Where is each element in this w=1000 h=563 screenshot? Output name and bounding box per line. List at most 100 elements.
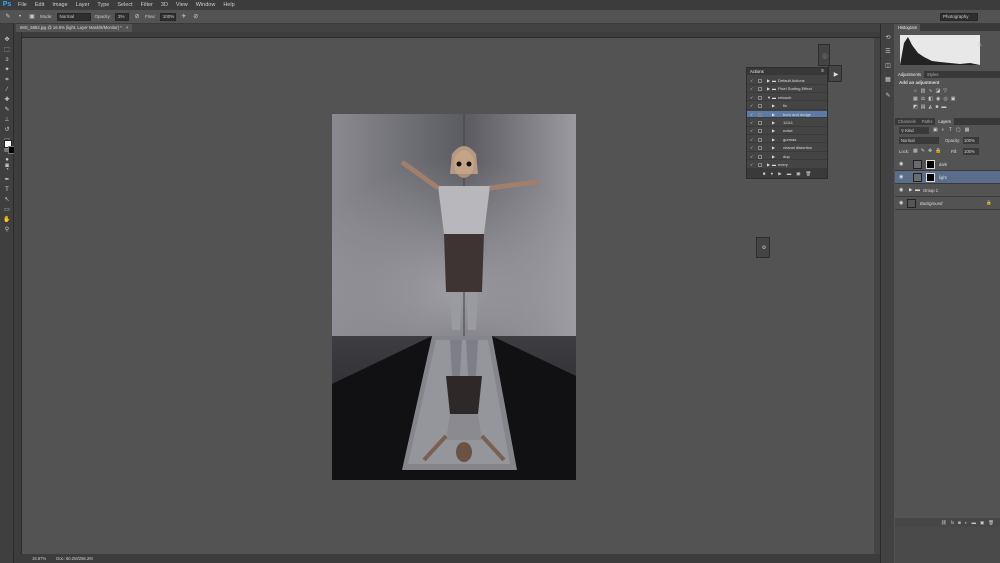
expand-arrow-icon[interactable]: ▶	[772, 127, 775, 134]
pen-tool-icon[interactable]: ✒	[1, 176, 13, 184]
move-tool-icon[interactable]: ✥	[1, 36, 13, 44]
document-image[interactable]	[332, 114, 576, 480]
mini-panel-tool[interactable]: ⚙	[756, 237, 770, 258]
visibility-eye-icon[interactable]: ◉	[899, 187, 903, 193]
play-selection-icon[interactable]: ▶	[778, 171, 781, 177]
posterize-icon[interactable]: ▤	[921, 104, 926, 110]
crop-tool-icon[interactable]: ⌗	[1, 76, 13, 84]
filter-smart-icon[interactable]: ▦	[965, 127, 970, 133]
zoom-tool-icon[interactable]: ⚲	[1, 226, 13, 234]
filter-adjustment-icon[interactable]: ◐	[942, 127, 945, 133]
quick-mask-icon[interactable]: ◙	[1, 162, 13, 170]
action-row[interactable]: ✓ ▶ gurmas	[747, 136, 827, 144]
pressure-size-icon[interactable]: ⊘	[192, 13, 200, 21]
brightness-contrast-icon[interactable]: ☼	[913, 88, 918, 94]
marquee-tool-icon[interactable]: ⬚	[1, 46, 13, 54]
new-adjustment-icon[interactable]: ◐	[965, 520, 968, 525]
action-toggle-check-icon[interactable]: ✓	[750, 111, 755, 118]
curves-icon[interactable]: ∿	[928, 88, 932, 94]
expand-arrow-icon[interactable]: ▶	[767, 77, 770, 84]
expand-arrow-icon[interactable]: ▶	[772, 111, 775, 118]
eyedropper-tool-icon[interactable]: ⁄	[1, 86, 13, 94]
filter-pixel-icon[interactable]: ▣	[933, 127, 938, 133]
opacity-input[interactable]: 3%	[115, 12, 130, 21]
action-toggle-check-icon[interactable]: ✓	[750, 153, 755, 160]
tab-channels[interactable]: Channels	[895, 118, 919, 125]
actions-panel-header[interactable]: Actions ≡	[747, 68, 827, 75]
clone-stamp-tool-icon[interactable]: ⊥	[1, 116, 13, 124]
cached-warning-icon[interactable]: ⚠	[977, 41, 982, 48]
add-mask-icon[interactable]: ◙	[958, 520, 961, 525]
action-toggle-check-icon[interactable]: ✓	[750, 136, 755, 143]
action-row[interactable]: ✓ ▶ ▬ Pixel Sorting Effect	[747, 85, 827, 93]
expand-arrow-icon[interactable]: ▶	[772, 153, 775, 160]
menu-3d[interactable]: 3D	[157, 2, 172, 8]
channel-mixer-icon[interactable]: ◎	[943, 96, 947, 102]
expand-arrow-icon[interactable]: ▶	[767, 85, 770, 92]
action-row[interactable]: ✓ ▶ ▬ Default Actions	[747, 77, 827, 85]
record-icon[interactable]: ●	[771, 171, 774, 176]
visibility-eye-icon[interactable]: ◉	[899, 200, 903, 206]
action-row[interactable]: ✓ ▶ burn and dodge	[747, 110, 827, 119]
collapse-arrow-icon[interactable]: ▼	[767, 94, 771, 101]
expand-arrow-icon[interactable]: ▶	[767, 161, 770, 168]
menu-select[interactable]: Select	[113, 2, 136, 8]
expand-arrow-icon[interactable]: ▶	[772, 144, 775, 151]
action-toggle-check-icon[interactable]: ✓	[750, 161, 755, 168]
swatches-icon[interactable]: ▦	[884, 76, 892, 84]
lasso-tool-icon[interactable]: ↄ	[1, 56, 13, 64]
tab-styles[interactable]: Styles	[924, 71, 941, 78]
layer-thumbnail[interactable]	[913, 160, 922, 169]
tab-paths[interactable]: Paths	[919, 118, 936, 125]
menu-file[interactable]: File	[14, 2, 31, 8]
mode-select[interactable]: Normal	[56, 12, 91, 21]
action-row[interactable]: ✓ ▶ dup	[747, 153, 827, 161]
lock-transparent-icon[interactable]: ▦	[913, 148, 918, 154]
layer-row[interactable]: ◉ light	[895, 171, 1000, 184]
action-toggle-check-icon[interactable]: ✓	[750, 102, 755, 109]
lock-pixels-icon[interactable]: ✎	[921, 148, 925, 154]
pressure-opacity-icon[interactable]: ⊘	[133, 13, 141, 21]
mini-panel-top[interactable]: ⓘ	[818, 44, 830, 66]
menu-type[interactable]: Type	[93, 2, 113, 8]
menu-layer[interactable]: Layer	[72, 2, 94, 8]
layer-row[interactable]: ◉ dark	[895, 158, 1000, 171]
action-row[interactable]: ✓ ▶ chanal distortion	[747, 144, 827, 152]
visibility-eye-icon[interactable]: ◉	[899, 174, 903, 180]
expand-arrow-icon[interactable]: ▶	[772, 119, 775, 126]
path-selection-tool-icon[interactable]: ↖	[1, 196, 13, 204]
layer-row[interactable]: ◉ ▶ ▬ Group 1	[895, 184, 1000, 197]
new-set-icon[interactable]: ▬	[787, 171, 792, 176]
layer-filter-select[interactable]: ⚲ Kind	[899, 127, 929, 134]
menu-image[interactable]: Image	[48, 2, 71, 8]
action-toggle-check-icon[interactable]: ✓	[750, 144, 755, 151]
menu-edit[interactable]: Edit	[31, 2, 48, 8]
selective-color-icon[interactable]: ■	[935, 104, 938, 110]
dialog-toggle-box[interactable]	[758, 121, 762, 125]
lock-all-icon[interactable]: 🔒	[935, 148, 941, 154]
layer-thumbnail[interactable]	[907, 199, 916, 208]
tab-adjustments[interactable]: Adjustments	[895, 71, 925, 78]
brush-tool-preset-icon[interactable]: ✎	[4, 13, 12, 21]
menu-filter[interactable]: Filter	[137, 2, 157, 8]
layer-opacity-input[interactable]: 100%	[963, 137, 979, 144]
dialog-toggle-box[interactable]	[758, 87, 762, 92]
dialog-toggle-box[interactable]	[758, 137, 762, 142]
new-group-icon[interactable]: ▬	[972, 520, 977, 525]
photo-filter-icon[interactable]: ◉	[936, 96, 940, 102]
expand-arrow-icon[interactable]: ▶	[772, 102, 775, 109]
dialog-toggle-box[interactable]	[758, 154, 762, 159]
type-tool-icon[interactable]: T	[1, 186, 13, 194]
brush-panel-toggle-icon[interactable]: ▣	[28, 13, 36, 21]
action-row[interactable]: ✓ ▶ fix	[747, 102, 827, 110]
menu-help[interactable]: Help	[219, 2, 238, 8]
brush-size-icon[interactable]: •	[16, 13, 24, 21]
new-layer-icon[interactable]: ▣	[980, 520, 984, 526]
lock-position-icon[interactable]: ✥	[928, 148, 932, 154]
exposure-icon[interactable]: ◪	[936, 88, 941, 94]
expand-group-icon[interactable]: ▶	[909, 187, 912, 193]
layer-style-icon[interactable]: fx	[951, 520, 955, 525]
close-tab-icon[interactable]: ×	[126, 25, 128, 30]
menu-view[interactable]: View	[172, 2, 192, 8]
dialog-toggle-box[interactable]	[758, 146, 762, 151]
